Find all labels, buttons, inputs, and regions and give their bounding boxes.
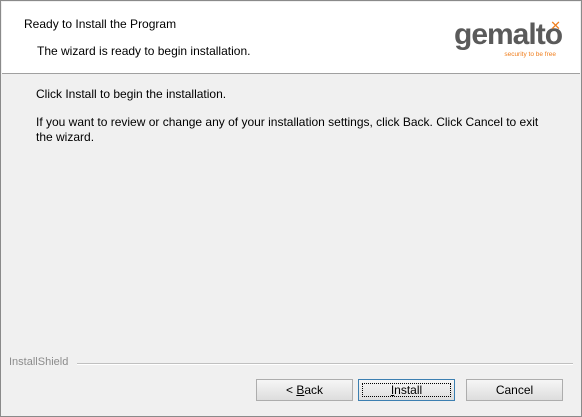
cancel-button[interactable]: Cancel	[466, 379, 563, 401]
back-button[interactable]: < Back	[256, 379, 353, 401]
gemalto-logo: gemalto ✕ security to be free	[454, 18, 563, 62]
page-title: Ready to Install the Program	[24, 17, 177, 31]
focus-rectangle	[362, 383, 451, 397]
back-button-rest: ack	[304, 383, 324, 397]
review-hint-text: If you want to review or change any of y…	[36, 115, 539, 144]
installshield-label: InstallShield	[9, 356, 73, 368]
instruction-text: Click Install to begin the installation.	[36, 87, 227, 101]
page-subtitle: The wizard is ready to begin installatio…	[37, 44, 251, 58]
installer-window: Ready to Install the Program The wizard …	[0, 0, 582, 417]
logo-tagline: security to be free	[504, 51, 556, 58]
back-button-prefix: <	[285, 383, 297, 397]
logo-spark-icon: ✕	[550, 18, 561, 33]
install-button[interactable]: Install	[358, 379, 455, 401]
header-banner: Ready to Install the Program The wizard …	[2, 2, 580, 74]
footer-divider	[77, 363, 573, 365]
logo-text: gemalto	[454, 18, 563, 51]
